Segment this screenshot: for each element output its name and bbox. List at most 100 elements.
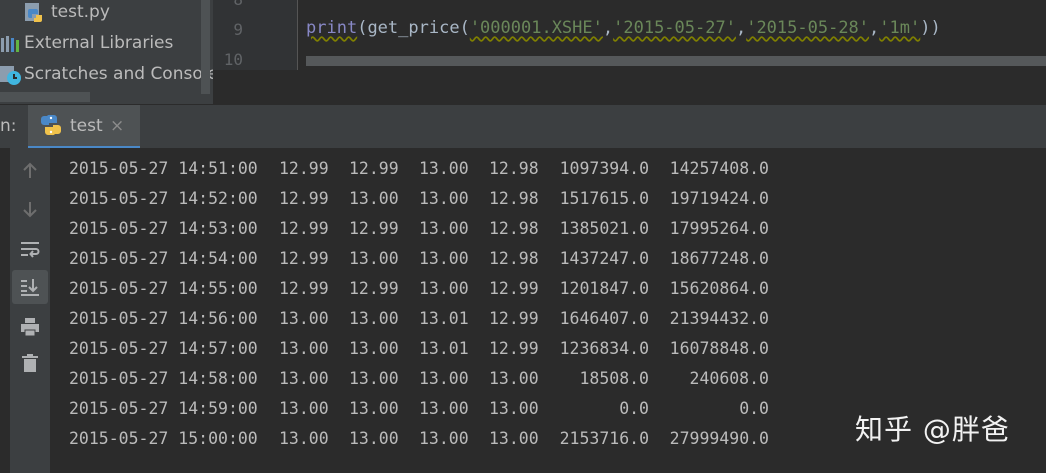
output-cell-volume: 18508.0 — [579, 369, 649, 388]
output-cell-money: 27999490.0 — [669, 429, 769, 448]
output-cell-volume: 1385021.0 — [559, 219, 649, 238]
code-comma: , — [735, 18, 747, 38]
output-cell-low: 13.00 — [419, 249, 469, 268]
output-cell-datetime: 2015-05-27 14:51:00 — [69, 159, 258, 178]
output-cell-high: 13.00 — [349, 399, 399, 418]
output-cell-volume: 2153716.0 — [559, 429, 649, 448]
code-editor[interactable]: 8 9 10 print(get_price('000001.XSHE','20… — [213, 0, 1046, 104]
code-arg-security: '000001.XSHE' — [469, 18, 603, 38]
output-cell-open: 12.99 — [279, 249, 329, 268]
tree-item-label: External Libraries — [24, 33, 174, 53]
output-cell-volume: 0.0 — [619, 399, 649, 418]
code-paren: )) — [920, 18, 941, 38]
output-cell-datetime: 2015-05-27 14:54:00 — [69, 249, 258, 268]
output-cell-open: 13.00 — [279, 399, 329, 418]
output-cell-money: 15620864.0 — [669, 279, 769, 298]
output-cell-open: 13.00 — [279, 339, 329, 358]
scroll-to-end-icon — [21, 279, 39, 296]
run-label: n: — [0, 116, 17, 136]
project-horizontal-scrollbar[interactable] — [0, 92, 90, 102]
output-cell-money: 16078848.0 — [669, 339, 769, 358]
code-comma: , — [602, 18, 614, 38]
output-cell-money: 19719424.0 — [669, 189, 769, 208]
output-cell-volume: 1646407.0 — [559, 309, 649, 328]
up-arrow-button[interactable] — [12, 154, 48, 188]
code-arg-frequency: '1m' — [879, 18, 921, 38]
code-paren: ( — [357, 18, 368, 38]
console-toolbar — [10, 148, 50, 473]
output-cell-datetime: 2015-05-27 14:58:00 — [69, 369, 258, 388]
output-cell-datetime: 2015-05-27 14:55:00 — [69, 279, 258, 298]
output-cell-low: 13.00 — [419, 159, 469, 178]
tree-item-label: test.py — [51, 2, 110, 22]
output-cell-volume: 1201847.0 — [559, 279, 649, 298]
down-arrow-button[interactable] — [12, 192, 48, 226]
soft-wrap-button[interactable] — [12, 232, 48, 266]
code-line-9[interactable]: print(get_price('000001.XSHE','2015-05-2… — [306, 18, 941, 38]
code-comma: , — [869, 18, 880, 38]
code-arg-start: '2015-05-27' — [613, 18, 736, 38]
python-icon — [41, 114, 61, 136]
editor-horizontal-scrollbar[interactable] — [306, 56, 1046, 66]
output-cell-datetime: 2015-05-27 14:52:00 — [69, 189, 258, 208]
output-cell-high: 13.00 — [349, 309, 399, 328]
line-number: 8 — [213, 0, 243, 9]
output-cell-volume: 1097394.0 — [559, 159, 649, 178]
output-cell-low: 13.00 — [419, 369, 469, 388]
output-cell-open: 13.00 — [279, 369, 329, 388]
run-tab-label: test — [70, 116, 103, 136]
output-cell-high: 12.99 — [349, 219, 399, 238]
output-cell-low: 13.01 — [419, 309, 469, 328]
output-cell-low: 13.00 — [419, 219, 469, 238]
code-paren: ( — [459, 18, 470, 38]
output-cell-open: 12.99 — [279, 219, 329, 238]
code-get-price: get_price — [367, 18, 460, 38]
output-cell-volume: 1517615.0 — [559, 189, 649, 208]
output-cell-low: 13.01 — [419, 339, 469, 358]
code-print: print — [306, 18, 358, 38]
line-number: 9 — [233, 20, 243, 39]
run-tab-test[interactable]: test × — [28, 105, 140, 149]
output-cell-datetime: 2015-05-27 14:57:00 — [69, 339, 258, 358]
output-cell-money: 0.0 — [739, 399, 769, 418]
output-cell-open: 12.99 — [279, 189, 329, 208]
output-cell-open: 12.99 — [279, 159, 329, 178]
output-cell-datetime: 2015-05-27 14:59:00 — [69, 399, 258, 418]
output-cell-money: 21394432.0 — [669, 309, 769, 328]
watermark: 知乎 @胖爸 — [855, 413, 1010, 446]
output-cell-low: 13.00 — [419, 429, 469, 448]
output-cell-datetime: 2015-05-27 14:53:00 — [69, 219, 258, 238]
print-button[interactable] — [12, 310, 48, 344]
python-file-icon — [25, 3, 42, 22]
output-cell-volume: 1437247.0 — [559, 249, 649, 268]
run-panel-header: n: test × — [0, 104, 1046, 150]
project-tree: test.py External Libraries Scratches and… — [0, 0, 213, 104]
output-cell-money: 18677248.0 — [669, 249, 769, 268]
output-cell-money: 17995264.0 — [669, 219, 769, 238]
project-vertical-scrollbar[interactable] — [201, 0, 210, 94]
scroll-to-end-button[interactable] — [12, 270, 48, 304]
trash-icon — [22, 354, 38, 372]
output-cell-volume: 1236834.0 — [559, 339, 649, 358]
output-cell-money: 14257408.0 — [669, 159, 769, 178]
output-cell-high: 13.00 — [349, 429, 399, 448]
output-cell-open: 12.99 — [279, 279, 329, 298]
output-cell-high: 12.99 — [349, 159, 399, 178]
print-icon — [21, 318, 39, 337]
editor-gutter: 8 9 10 — [213, 0, 298, 70]
output-cell-low: 13.00 — [419, 279, 469, 298]
output-cell-high: 13.00 — [349, 189, 399, 208]
output-cell-datetime: 2015-05-27 14:56:00 — [69, 309, 258, 328]
output-cell-high: 13.00 — [349, 249, 399, 268]
output-cell-open: 13.00 — [279, 309, 329, 328]
close-tab-icon[interactable]: × — [110, 116, 124, 136]
output-cell-datetime: 2015-05-27 15:00:00 — [69, 429, 258, 448]
down-arrow-icon — [23, 202, 37, 218]
output-cell-high: 13.00 — [349, 339, 399, 358]
clear-all-button[interactable] — [12, 346, 48, 380]
output-cell-money: 240608.0 — [689, 369, 769, 388]
output-cell-open: 13.00 — [279, 429, 329, 448]
libraries-icon — [1, 36, 19, 52]
output-cell-low: 13.00 — [419, 189, 469, 208]
scratches-icon — [0, 66, 21, 85]
